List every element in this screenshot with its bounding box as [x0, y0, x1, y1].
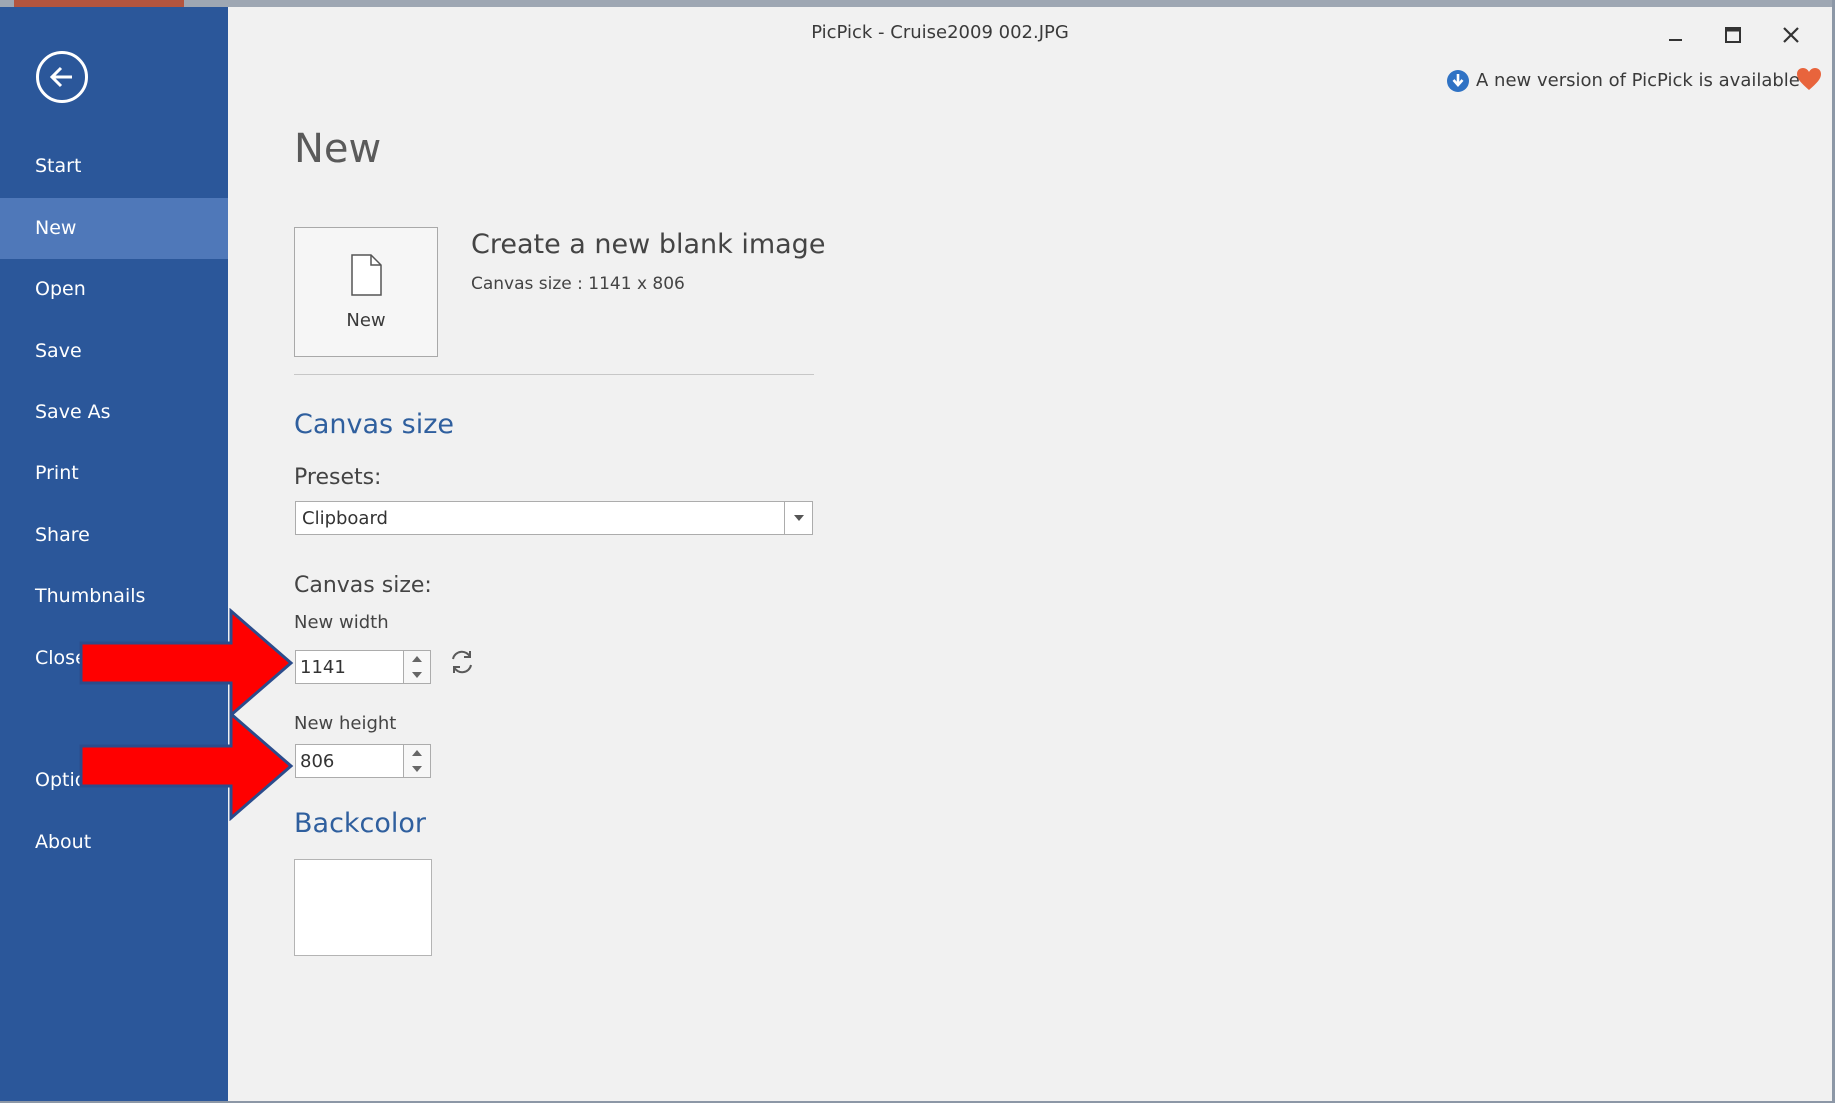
- back-arrow-icon: [49, 66, 72, 88]
- presets-dropdown[interactable]: Clipboard: [295, 501, 813, 535]
- new-height-spinner: [403, 745, 430, 777]
- backcolor-heading: Backcolor: [294, 808, 427, 839]
- maximize-icon: [1725, 27, 1741, 43]
- close-button[interactable]: [1768, 18, 1814, 52]
- blank-document-icon: [351, 254, 382, 296]
- picpick-window: Start New Open Save Save As Print Share …: [0, 0, 1835, 1103]
- backstage-sidebar: Start New Open Save Save As Print Share …: [0, 7, 228, 1103]
- canvas-size-heading: Canvas size: [294, 409, 455, 440]
- sidebar-item-start[interactable]: Start: [0, 136, 228, 197]
- update-notice-text: A new version of PicPick is available: [1476, 70, 1800, 91]
- new-image-button-label: New: [346, 310, 386, 331]
- window-title: PicPick - Cruise2009 002.JPG: [811, 22, 1069, 43]
- new-width-decrement[interactable]: [404, 667, 430, 683]
- new-height-decrement[interactable]: [404, 761, 430, 777]
- spin-up-icon: [412, 750, 422, 756]
- presets-dropdown-toggle[interactable]: [784, 502, 812, 534]
- swap-dimensions-icon[interactable]: [448, 648, 476, 676]
- maximize-button[interactable]: [1710, 18, 1756, 52]
- section-divider: [294, 374, 814, 375]
- download-info-icon: [1447, 70, 1469, 92]
- close-icon: [1783, 27, 1799, 43]
- sidebar-item-about[interactable]: About: [0, 812, 228, 873]
- spin-down-icon: [412, 766, 422, 772]
- new-height-label: New height: [294, 713, 397, 734]
- new-height-input[interactable]: [296, 745, 400, 777]
- sidebar-item-open[interactable]: Open: [0, 259, 228, 320]
- spin-down-icon: [412, 672, 422, 678]
- sidebar-item-save-as[interactable]: Save As: [0, 382, 228, 443]
- new-width-label: New width: [294, 612, 389, 633]
- new-width-input[interactable]: [296, 651, 400, 683]
- window-top-strip: [0, 0, 1835, 7]
- new-width-spinner: [403, 651, 430, 683]
- annotation-arrow-width: [79, 608, 294, 718]
- new-width-stepper: [295, 650, 431, 684]
- new-image-button[interactable]: New: [294, 227, 438, 357]
- backcolor-swatch[interactable]: [294, 859, 432, 956]
- chevron-down-icon: [794, 515, 804, 521]
- sidebar-item-share[interactable]: Share: [0, 505, 228, 566]
- annotation-arrow-height: [79, 711, 294, 821]
- new-height-stepper: [295, 744, 431, 778]
- canvas-size-summary: Canvas size : 1141 x 806: [471, 274, 685, 294]
- canvas-size-label: Canvas size:: [294, 573, 432, 598]
- minimize-button[interactable]: [1653, 18, 1699, 52]
- new-height-increment[interactable]: [404, 745, 430, 761]
- new-width-increment[interactable]: [404, 651, 430, 667]
- sidebar-item-save[interactable]: Save: [0, 321, 228, 382]
- presets-label: Presets:: [294, 465, 382, 490]
- minimize-icon: [1669, 39, 1682, 41]
- presets-selected-value: Clipboard: [302, 508, 388, 529]
- sidebar-item-new[interactable]: New: [0, 198, 228, 259]
- heart-icon[interactable]: [1796, 67, 1822, 91]
- spin-up-icon: [412, 656, 422, 662]
- back-button[interactable]: [36, 51, 88, 103]
- background-tab-strip: [14, 0, 184, 7]
- create-blank-image-title: Create a new blank image: [471, 229, 826, 260]
- sidebar-item-print[interactable]: Print: [0, 443, 228, 504]
- page-title: New: [294, 126, 382, 172]
